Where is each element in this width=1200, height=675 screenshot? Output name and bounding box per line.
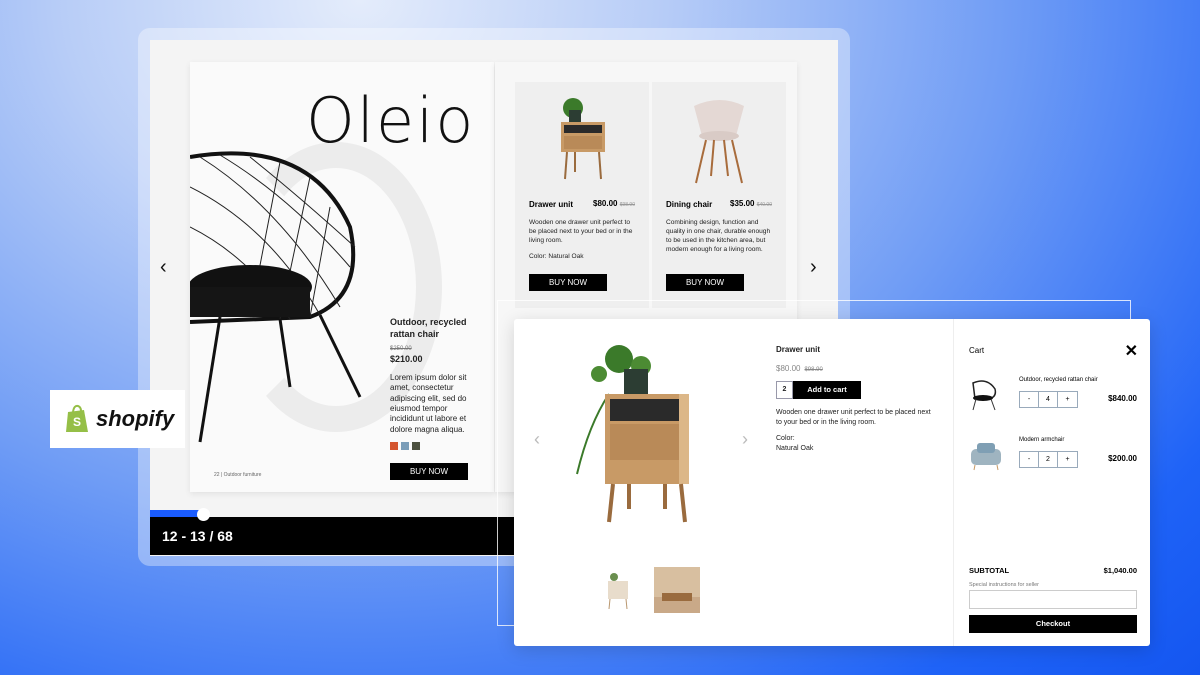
qv-color-value: Natural Oak (776, 445, 814, 453)
page-footer: 22 | Outdoor furniture (214, 472, 262, 478)
color-text: Color: Natural Oak (529, 253, 584, 261)
decrease-button[interactable]: - (1020, 392, 1039, 407)
armchair-thumb (971, 443, 1001, 471)
progress-bar[interactable] (150, 510, 204, 517)
qv-color-label: Color: (776, 435, 795, 443)
qv-price: $80.00 (776, 364, 801, 373)
page-indicator: 12 - 13 / 68 (162, 528, 233, 544)
rattan-chair-image (190, 151, 362, 443)
cart-item: Modern armchair -2 + $200.00 (969, 437, 1137, 487)
cart-panel: Cart ✕ Outdoor, recycled rattan chair -4… (953, 319, 1150, 646)
quantity-input[interactable]: 2 (776, 381, 793, 399)
swatch-orange[interactable] (390, 442, 398, 451)
checkout-button[interactable]: Checkout (969, 615, 1137, 633)
featured-title: Outdoor, recycled rattan chair (390, 317, 467, 339)
quantity-value[interactable]: 4 (1039, 392, 1058, 407)
cart-item-price: $200.00 (1108, 454, 1137, 463)
quantity-value[interactable]: 2 (1039, 452, 1058, 467)
qv-description: Wooden one drawer unit perfect to be pla… (776, 409, 931, 427)
cart-item-name: Modern armchair (1019, 437, 1065, 443)
product-details: Drawer unit $80.00 $98.90 2 Add to cart Wo… (776, 345, 936, 454)
price: $80.00 (593, 199, 618, 208)
swatch-blue[interactable] (401, 442, 409, 451)
shopify-bag-icon: S (66, 404, 88, 432)
product-card-chair[interactable]: Dining chair $35.00 $40.00 Combining des… (652, 82, 786, 308)
increase-button[interactable]: + (1058, 452, 1077, 467)
drawer-unit-image (561, 98, 605, 180)
quantity-stepper[interactable]: -2 + (1019, 451, 1078, 468)
featured-description: Lorem ipsum dolor sit amet, consectetur … (390, 372, 467, 434)
shopify-badge: S shopify (50, 390, 185, 448)
product-title: Drawer unit (529, 200, 574, 209)
featured-old-price: $250.00 (390, 346, 412, 353)
instructions-input[interactable] (969, 590, 1137, 609)
thumbnail-drawer-image (608, 573, 628, 610)
featured-product: Outdoor, recycled rattan chair $250.00 $… (390, 317, 480, 480)
buy-now-button[interactable]: BUY NOW (529, 274, 607, 291)
product-description: Combining design, function and quality i… (666, 219, 771, 254)
rattan-chair-thumb (972, 380, 997, 411)
dining-chair-image (694, 100, 744, 184)
drawer-unit-large-image (576, 345, 689, 523)
cart-item-name: Outdoor, recycled rattan chair (1019, 377, 1098, 383)
swatch-olive[interactable] (412, 442, 420, 451)
qv-old-price: $98.90 (804, 367, 823, 373)
qv-title: Drawer unit (776, 345, 821, 354)
increase-button[interactable]: + (1058, 392, 1077, 407)
svg-text:S: S (73, 415, 81, 429)
cart-item: Outdoor, recycled rattan chair -4 + $840.… (969, 377, 1137, 427)
prev-page-icon[interactable]: ‹ (160, 256, 167, 279)
quick-view-modal: ‹ › Drawer unit $80.00 $98.90 2 Add to car… (514, 319, 1150, 646)
product-description: Wooden one drawer unit perfect to be pla… (529, 218, 637, 261)
next-image-icon[interactable]: › (742, 429, 748, 450)
cart-item-price: $840.00 (1108, 394, 1137, 403)
thumbnail-room-image (654, 567, 700, 601)
old-price: $40.00 (756, 202, 772, 208)
thumbnail-2[interactable] (654, 567, 700, 613)
subtotal-label: SUBTOTAL (969, 566, 1010, 575)
description-text: Wooden one drawer unit perfect to be pla… (529, 219, 633, 245)
shopify-wordmark: shopify (96, 406, 175, 431)
prev-image-icon[interactable]: ‹ (534, 429, 540, 450)
subtotal-value: $1,040.00 (1103, 566, 1137, 575)
product-price: $80.00 $98.90 (593, 199, 635, 208)
price: $35.00 (730, 199, 755, 208)
qv-price-row: $80.00 $98.90 (776, 364, 936, 373)
next-page-icon[interactable]: › (810, 256, 817, 279)
left-page[interactable]: Oleio Outdoor, recycled rattan chair $25… (190, 62, 494, 492)
old-price: $98.90 (619, 202, 635, 208)
progress-handle[interactable] (197, 508, 210, 521)
subtotal-row: SUBTOTAL $1,040.00 (969, 566, 1137, 575)
product-title: Dining chair (666, 200, 713, 209)
cart-title: Cart (969, 346, 985, 355)
thumbnail-1[interactable] (596, 567, 642, 613)
quantity-stepper[interactable]: -4 + (1019, 391, 1078, 408)
product-card-drawer[interactable]: Drawer unit $80.00 $98.90 Wooden one dra… (515, 82, 649, 308)
product-price: $35.00 $40.00 (730, 199, 772, 208)
instructions-label: Special instructions for seller (969, 582, 1040, 588)
buy-now-button[interactable]: BUY NOW (666, 274, 744, 291)
add-to-cart-button[interactable]: Add to cart (793, 381, 861, 399)
featured-price: $210.00 (390, 354, 423, 365)
featured-buy-now-button[interactable]: BUY NOW (390, 462, 468, 480)
decrease-button[interactable]: - (1020, 452, 1039, 467)
close-icon[interactable]: ✕ (1125, 341, 1138, 361)
